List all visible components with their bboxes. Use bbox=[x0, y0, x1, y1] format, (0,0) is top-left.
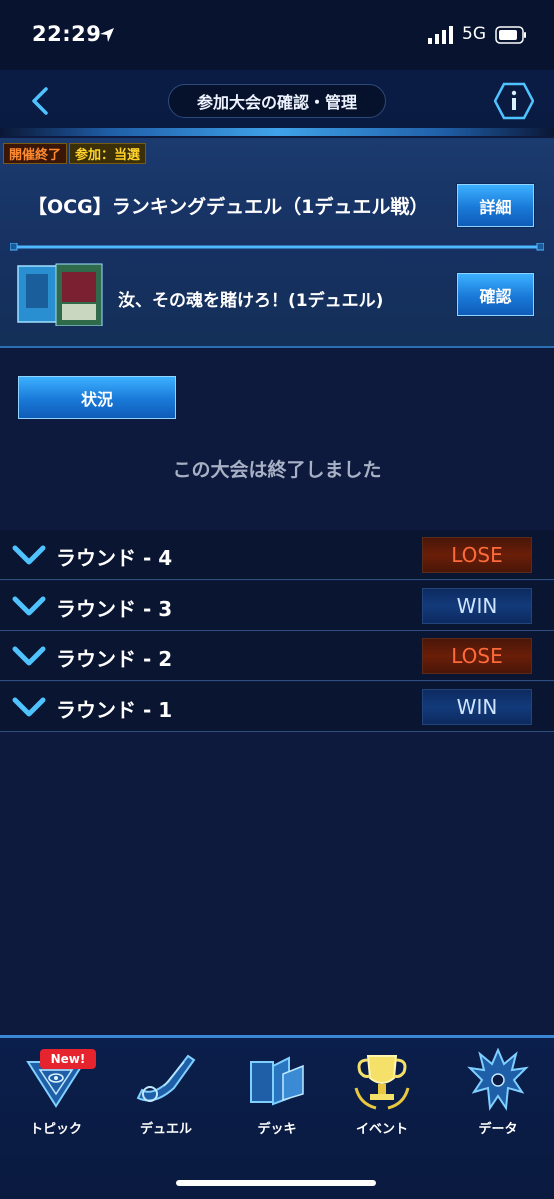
chevron-down-icon[interactable] bbox=[12, 645, 46, 667]
trophy-icon bbox=[354, 1055, 410, 1110]
tab-duel[interactable]: デュエル bbox=[116, 1048, 216, 1148]
deck-cards-icon bbox=[250, 1056, 304, 1106]
status-time: 22:29 bbox=[32, 22, 102, 46]
event-badges: 開催終了 参加：当選 bbox=[3, 143, 147, 164]
round-label: ラウンド - 1 bbox=[56, 697, 173, 722]
new-badge: New! bbox=[40, 1049, 96, 1069]
tab-status[interactable]: 状況 bbox=[18, 376, 176, 419]
event-title: 【OCG】ランキングデュエル（1デュエル戦） bbox=[28, 196, 429, 218]
chevron-down-icon[interactable] bbox=[12, 696, 46, 718]
section-divider bbox=[10, 243, 544, 251]
tournament-ended-message: この大会は終了しました bbox=[172, 459, 382, 481]
header-divider bbox=[0, 128, 554, 136]
round-result-badge: LOSE bbox=[422, 537, 532, 573]
status-bar: 22:29 5G bbox=[0, 0, 554, 70]
cellular-signal-icon bbox=[428, 26, 453, 44]
tab-data[interactable]: データ bbox=[448, 1048, 548, 1148]
status-badge-entry: 参加：当選 bbox=[69, 143, 147, 164]
round-label: ラウンド - 3 bbox=[56, 596, 173, 621]
tab-label: デュエル bbox=[139, 1122, 192, 1137]
round-result-badge: WIN bbox=[422, 688, 532, 725]
info-icon[interactable] bbox=[494, 82, 534, 120]
round-label: ラウンド - 4 bbox=[56, 546, 173, 570]
home-indicator[interactable] bbox=[176, 1180, 376, 1186]
round-label: ラウンド - 2 bbox=[56, 647, 173, 671]
chevron-down-icon[interactable] bbox=[12, 544, 46, 566]
round-list: ラウンド - 4 LOSE ラウンド - 3 WIN ラウンド - 2 LOSE… bbox=[0, 530, 554, 732]
network-type: 5G bbox=[462, 24, 486, 44]
back-chevron-icon[interactable] bbox=[22, 86, 58, 116]
round-result-badge: LOSE bbox=[422, 638, 532, 674]
location-arrow-icon bbox=[100, 28, 114, 42]
deck-name: 汝、その魂を賭けろ！(1デュエル) bbox=[118, 291, 384, 311]
deck-box-icon bbox=[17, 263, 103, 326]
chevron-down-icon[interactable] bbox=[12, 595, 46, 617]
round-row[interactable]: ラウンド - 2 LOSE bbox=[0, 631, 554, 681]
tab-label: トピック bbox=[29, 1122, 82, 1137]
tab-deck[interactable]: デッキ bbox=[227, 1048, 327, 1148]
round-row[interactable]: ラウンド - 3 WIN bbox=[0, 580, 554, 631]
round-row[interactable]: ラウンド - 4 LOSE bbox=[0, 530, 554, 580]
tab-event[interactable]: イベント bbox=[332, 1048, 432, 1148]
detail-button[interactable]: 詳細 bbox=[457, 184, 534, 227]
page-title: 参加大会の確認・管理 bbox=[168, 84, 386, 118]
duel-disk-icon bbox=[136, 1054, 196, 1102]
battery-icon bbox=[495, 26, 526, 44]
confirm-button[interactable]: 確認 bbox=[457, 273, 534, 316]
tab-label: デッキ bbox=[257, 1122, 297, 1137]
tab-label: イベント bbox=[355, 1122, 408, 1137]
character-silhouette-icon bbox=[467, 1048, 529, 1111]
round-row[interactable]: ラウンド - 1 WIN bbox=[0, 681, 554, 732]
round-result-badge: WIN bbox=[422, 587, 532, 624]
status-badge-ended: 開催終了 bbox=[3, 143, 68, 164]
tab-label: データ bbox=[478, 1122, 518, 1137]
